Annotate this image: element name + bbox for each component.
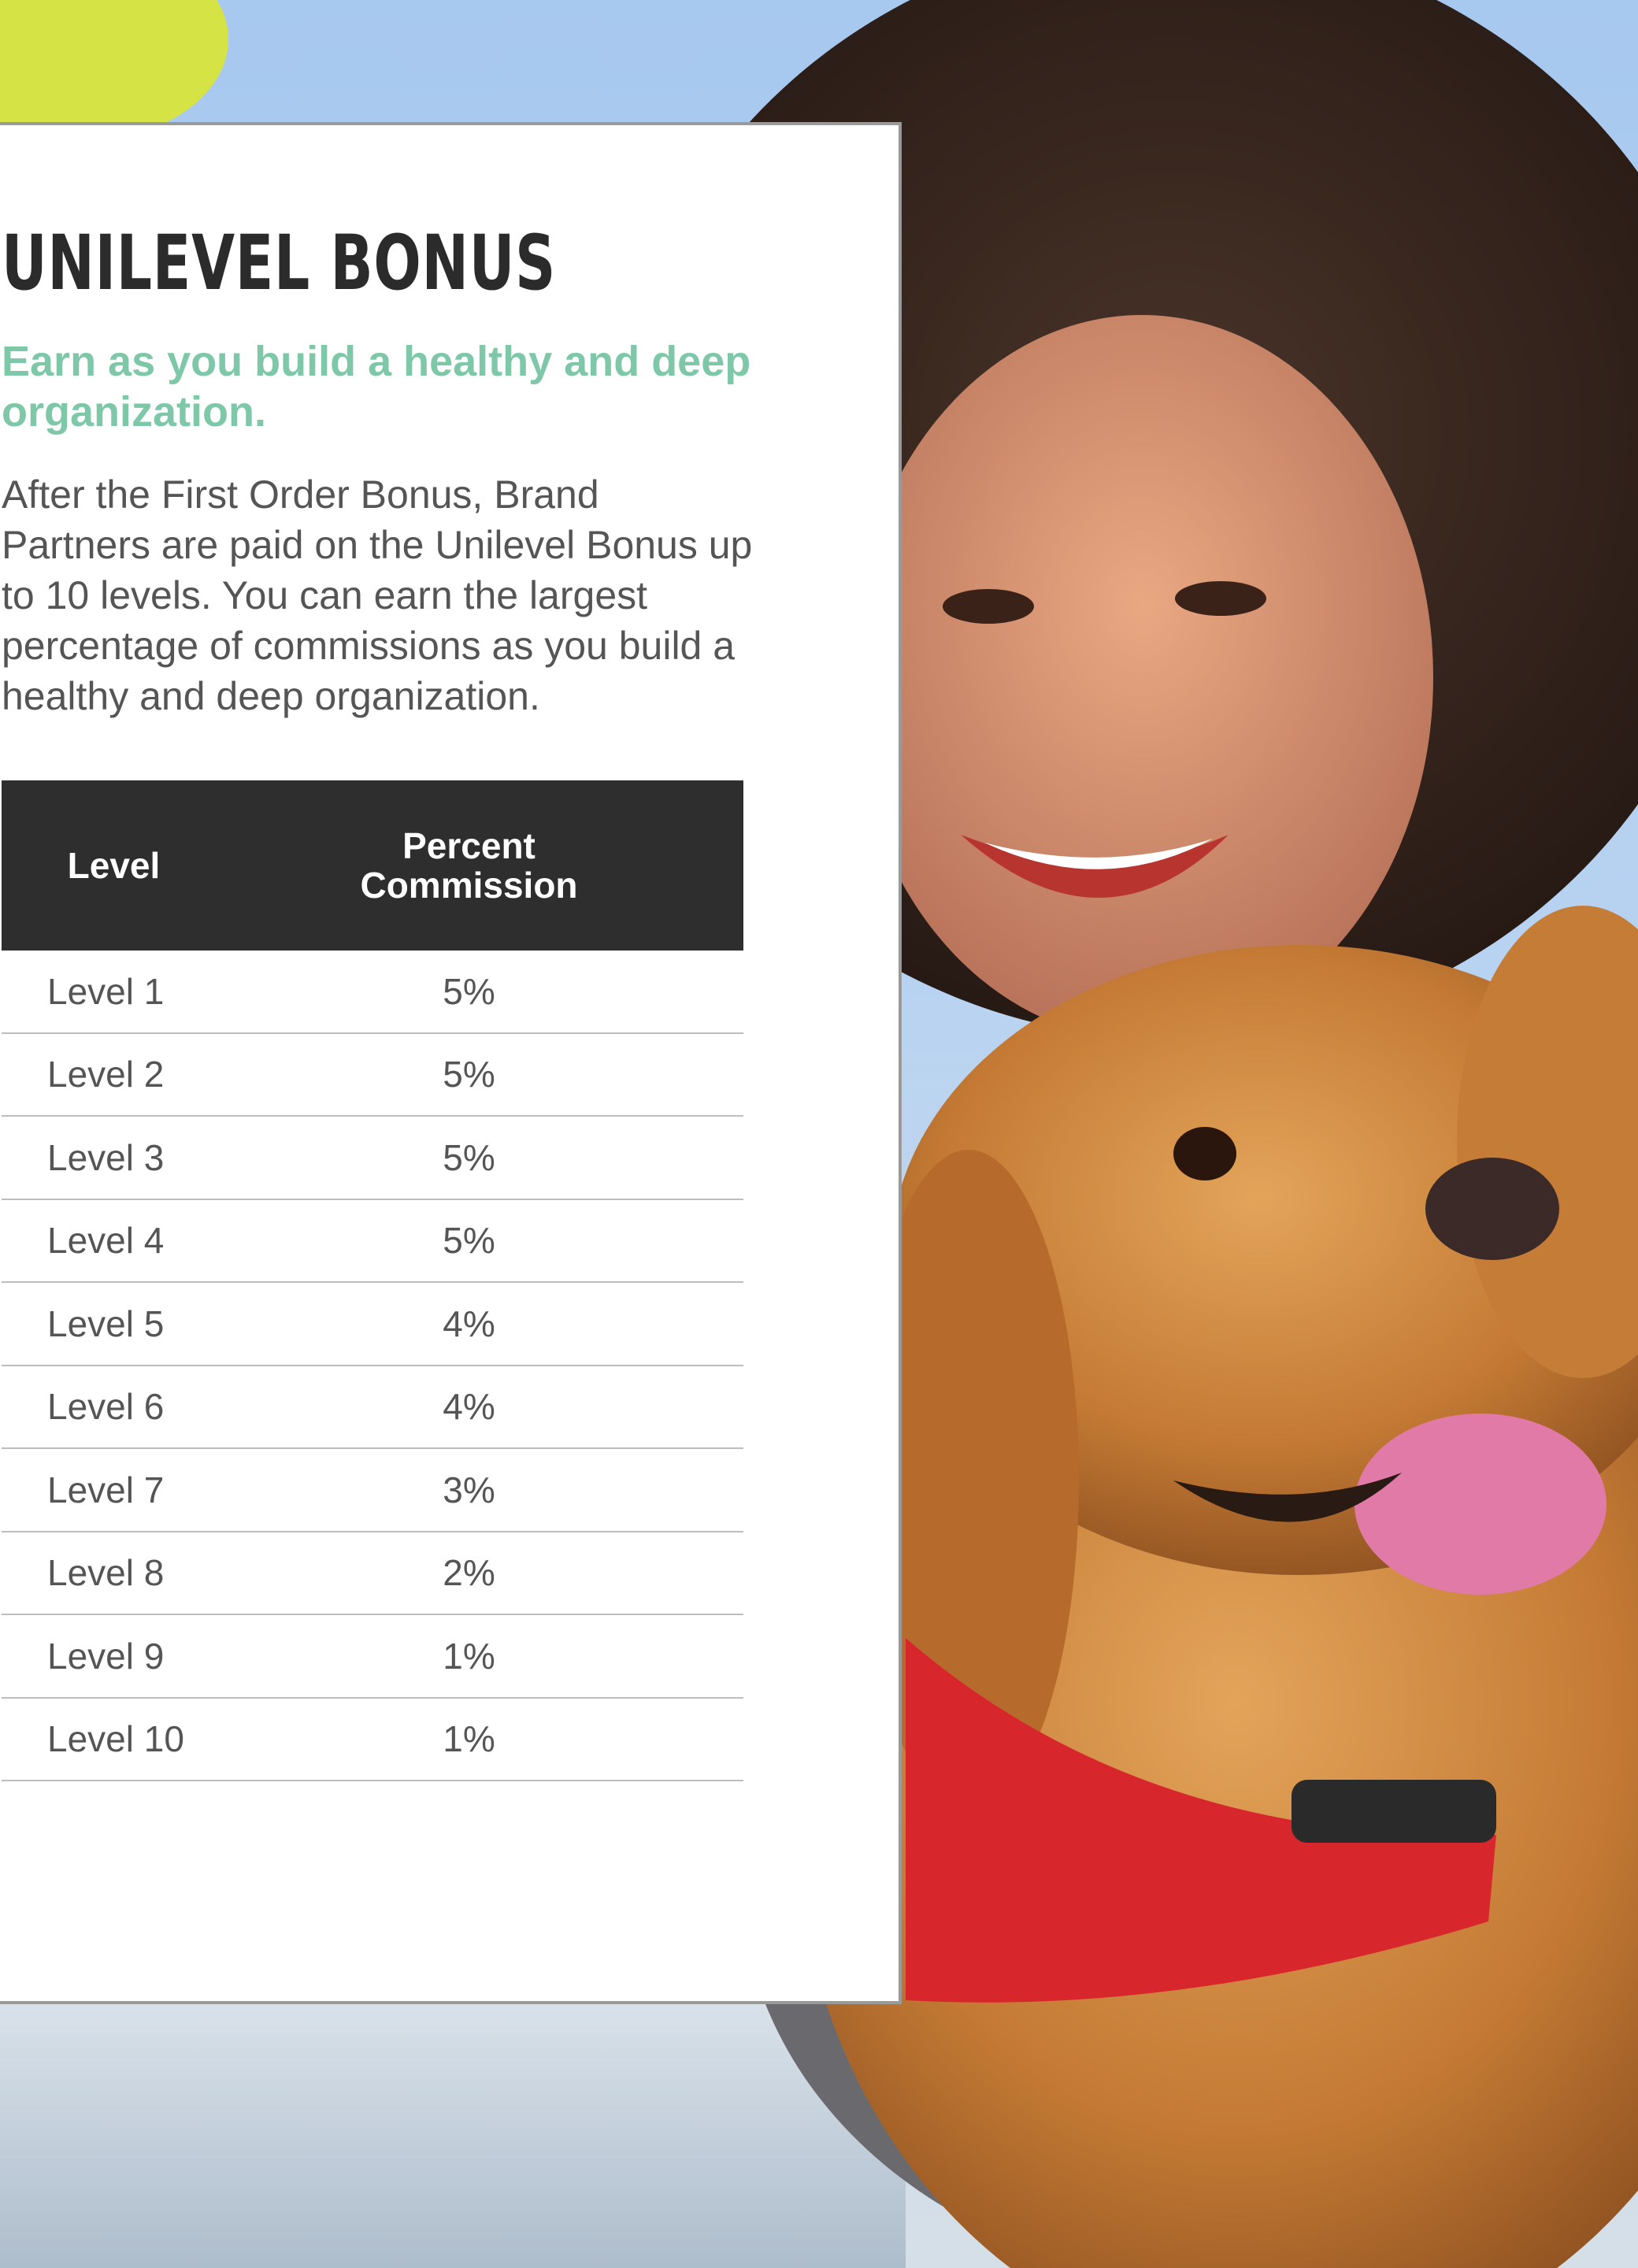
- table-row: Level 8 2%: [2, 1532, 743, 1615]
- percent-cell: 5%: [443, 970, 495, 1012]
- percent-cell: 5%: [443, 1136, 495, 1178]
- level-cell: Level 6: [47, 1386, 165, 1428]
- percent-cell: 4%: [443, 1386, 495, 1428]
- table-row: Level 1 5%: [2, 951, 743, 1034]
- level-cell: Level 5: [47, 1303, 165, 1344]
- level-cell: Level 9: [47, 1635, 165, 1677]
- level-cell: Level 4: [47, 1220, 165, 1262]
- table-row: Level 10 1%: [2, 1699, 743, 1781]
- commission-table: Level Percent Commission Level 1 5% Leve…: [2, 780, 743, 1781]
- table-row: Level 4 5%: [2, 1200, 743, 1283]
- header-level: Level: [67, 845, 161, 886]
- table-row: Level 2 5%: [2, 1034, 743, 1117]
- level-cell: Level 8: [47, 1552, 165, 1594]
- table-row: Level 5 4%: [2, 1283, 743, 1366]
- percent-cell: 5%: [443, 1220, 495, 1262]
- table-row: Level 6 4%: [2, 1366, 743, 1449]
- level-cell: Level 7: [47, 1469, 165, 1510]
- level-cell: Level 1: [47, 970, 165, 1012]
- page-title: UNILEVEL BONUS: [2, 219, 557, 307]
- percent-cell: 3%: [443, 1469, 495, 1510]
- page-subtitle: Earn as you build a healthy and deep org…: [2, 338, 751, 435]
- table-row: Level 9 1%: [2, 1615, 743, 1699]
- table-row: Level 3 5%: [2, 1117, 743, 1200]
- header-percent-commission: Percent Commission: [226, 826, 743, 905]
- table-row: Level 7 3%: [2, 1449, 743, 1532]
- level-cell: Level 10: [47, 1718, 184, 1760]
- header-percent-line2: Commission: [360, 865, 578, 906]
- percent-cell: 5%: [443, 1054, 495, 1095]
- percent-cell: 1%: [443, 1635, 495, 1677]
- table-header: Level Percent Commission: [2, 780, 743, 951]
- percent-cell: 1%: [443, 1718, 495, 1760]
- content-card: UNILEVEL BONUS Earn as you build a healt…: [0, 122, 902, 2004]
- percent-cell: 4%: [443, 1303, 495, 1344]
- header-percent-line1: Percent: [402, 825, 536, 866]
- description-paragraph: After the First Order Bonus, Brand Partn…: [2, 472, 753, 718]
- level-cell: Level 3: [47, 1136, 165, 1178]
- level-cell: Level 2: [47, 1054, 165, 1095]
- percent-cell: 2%: [443, 1552, 495, 1594]
